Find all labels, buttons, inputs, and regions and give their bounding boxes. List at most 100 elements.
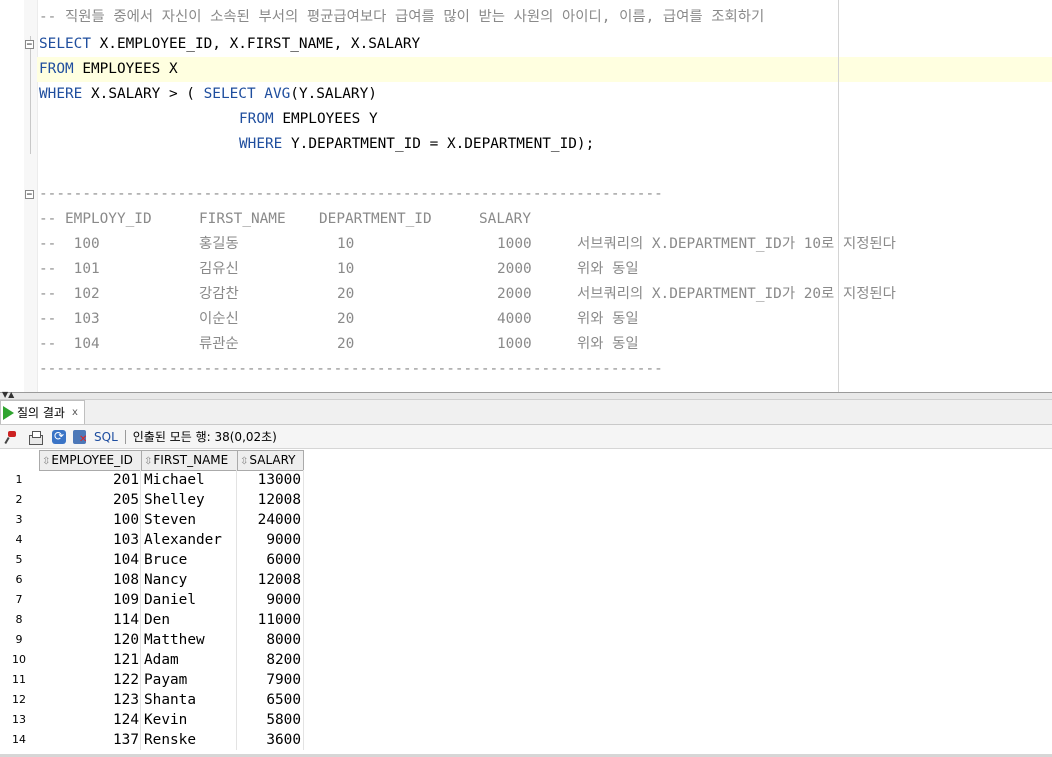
row-number: 14 bbox=[12, 733, 26, 746]
tab-query-result[interactable]: 질의 결과 x bbox=[0, 400, 85, 424]
cell-salary[interactable]: 5800 bbox=[237, 710, 304, 730]
cell-first-name[interactable]: Den bbox=[141, 610, 237, 630]
cell-employee-id[interactable]: 123 bbox=[39, 690, 141, 710]
cell-salary[interactable]: 6500 bbox=[237, 690, 304, 710]
cell-first-name[interactable]: Steven bbox=[141, 510, 237, 530]
close-icon[interactable]: x bbox=[72, 407, 78, 418]
cell-salary[interactable]: 6000 bbox=[237, 550, 304, 570]
sort-icon: ⇳ bbox=[42, 456, 51, 467]
sql-link[interactable]: SQL bbox=[94, 430, 118, 444]
table-row[interactable]: 13 124 Kevin 5800 bbox=[0, 710, 305, 730]
column-header-employee-id[interactable]: ⇳EMPLOYEE_ID bbox=[39, 450, 142, 471]
cell-first-name[interactable]: Michael bbox=[141, 470, 237, 490]
pin-icon[interactable] bbox=[5, 429, 21, 445]
cell-first-name[interactable]: Kevin bbox=[141, 710, 237, 730]
table-row[interactable]: 7 109 Daniel 9000 bbox=[0, 590, 305, 610]
result-grid[interactable]: ⇳EMPLOYEE_ID ⇳FIRST_NAME ⇳SALARY 1 201 Mic… bbox=[0, 449, 1052, 757]
row-number: 9 bbox=[15, 633, 23, 646]
cell-first-name[interactable]: Nancy bbox=[141, 570, 237, 590]
table-row[interactable]: 2 205 Shelley 12008 bbox=[0, 490, 305, 510]
comment-cell-id: -- 102 bbox=[39, 286, 100, 302]
cell-employee-id[interactable]: 205 bbox=[39, 490, 141, 510]
cell-first-name[interactable]: Matthew bbox=[141, 630, 237, 650]
collapse-icon[interactable]: − bbox=[25, 190, 34, 200]
code-line-subquery-where: WHERE Y.DEPARTMENT_ID = X.DEPARTMENT_ID)… bbox=[239, 132, 594, 157]
code-text: Y.DEPARTMENT_ID = X.DEPARTMENT_ID); bbox=[282, 136, 595, 152]
cell-salary[interactable]: 9000 bbox=[237, 590, 304, 610]
comment-cell-name: 이순신 bbox=[199, 311, 239, 327]
cell-salary[interactable]: 8200 bbox=[237, 650, 304, 670]
cell-first-name[interactable]: Payam bbox=[141, 670, 237, 690]
cell-salary[interactable]: 13000 bbox=[237, 470, 304, 490]
cell-employee-id[interactable]: 108 bbox=[39, 570, 141, 590]
table-row[interactable]: 8 114 Den 11000 bbox=[0, 610, 305, 630]
table-row[interactable]: 1 201 Michael 13000 bbox=[0, 470, 305, 490]
result-toolbar: SQL 인출된 모든 행: 38(0,02초) bbox=[0, 425, 1052, 449]
comment-cell-note: 서브쿼리의 X.DEPARTMENT_ID가 10로 지정된다 bbox=[577, 236, 896, 252]
cell-employee-id[interactable]: 103 bbox=[39, 530, 141, 550]
comment-cell-salary: 2000 bbox=[497, 286, 532, 302]
cell-first-name[interactable]: Adam bbox=[141, 650, 237, 670]
cell-employee-id[interactable]: 121 bbox=[39, 650, 141, 670]
comment-cell-note: 위와 동일 bbox=[577, 261, 639, 277]
cell-employee-id[interactable]: 124 bbox=[39, 710, 141, 730]
line-gutter bbox=[0, 0, 24, 392]
cell-first-name[interactable]: Renske bbox=[141, 730, 237, 750]
splitter-arrows-icon[interactable]: ▼▲ bbox=[2, 391, 14, 399]
row-number: 7 bbox=[15, 593, 23, 606]
cell-first-name[interactable]: Shanta bbox=[141, 690, 237, 710]
cell-salary[interactable]: 7900 bbox=[237, 670, 304, 690]
table-row[interactable]: 11 122 Payam 7900 bbox=[0, 670, 305, 690]
comment-cell-note: 위와 동일 bbox=[577, 311, 639, 327]
fetched-rows-status: 인출된 모든 행: 38(0,02초) bbox=[132, 430, 277, 444]
column-header-label: FIRST_NAME bbox=[153, 453, 229, 467]
cell-employee-id[interactable]: 137 bbox=[39, 730, 141, 750]
clear-results-icon[interactable] bbox=[73, 429, 87, 445]
cell-salary[interactable]: 12008 bbox=[237, 490, 304, 510]
table-row[interactable]: 4 103 Alexander 9000 bbox=[0, 530, 305, 550]
print-icon[interactable] bbox=[29, 430, 43, 445]
comment-table-row: -- 103 이순신 20 4000 위와 동일 bbox=[39, 307, 1039, 332]
table-row[interactable]: 3 100 Steven 24000 bbox=[0, 510, 305, 530]
cell-employee-id[interactable]: 114 bbox=[39, 610, 141, 630]
cell-salary[interactable]: 8000 bbox=[237, 630, 304, 650]
table-row[interactable]: 10 121 Adam 8200 bbox=[0, 650, 305, 670]
comment-cell-salary: 2000 bbox=[497, 261, 532, 277]
cell-salary[interactable]: 9000 bbox=[237, 530, 304, 550]
refresh-icon[interactable] bbox=[52, 429, 66, 444]
cell-first-name[interactable]: Alexander bbox=[141, 530, 237, 550]
cell-employee-id[interactable]: 201 bbox=[39, 470, 141, 490]
row-number: 11 bbox=[12, 673, 26, 686]
code-line-where: WHERE X.SALARY > ( SELECT AVG(Y.SALARY) bbox=[39, 82, 377, 107]
row-number: 8 bbox=[15, 613, 23, 626]
cell-salary[interactable]: 12008 bbox=[237, 570, 304, 590]
cell-employee-id[interactable]: 100 bbox=[39, 510, 141, 530]
cell-employee-id[interactable]: 120 bbox=[39, 630, 141, 650]
comment-cell-dept: 10 bbox=[337, 236, 355, 252]
cell-employee-id[interactable]: 122 bbox=[39, 670, 141, 690]
column-header-first-name[interactable]: ⇳FIRST_NAME bbox=[141, 450, 238, 471]
collapse-icon[interactable]: − bbox=[25, 40, 34, 50]
cell-first-name[interactable]: Shelley bbox=[141, 490, 237, 510]
comment-cell-dept: 10 bbox=[337, 261, 355, 277]
cell-salary[interactable]: 11000 bbox=[237, 610, 304, 630]
cell-first-name[interactable]: Daniel bbox=[141, 590, 237, 610]
comment-cell-salary: 1000 bbox=[497, 236, 532, 252]
table-row[interactable]: 5 104 Bruce 6000 bbox=[0, 550, 305, 570]
table-row[interactable]: 9 120 Matthew 8000 bbox=[0, 630, 305, 650]
table-row[interactable]: 6 108 Nancy 12008 bbox=[0, 570, 305, 590]
cell-salary[interactable]: 3600 bbox=[237, 730, 304, 750]
comment-table-row: -- 102 강감찬 20 2000 서브쿼리의 X.DEPARTMENT_ID… bbox=[39, 282, 1039, 307]
comment-cell-salary: 4000 bbox=[497, 311, 532, 327]
table-row[interactable]: 12 123 Shanta 6500 bbox=[0, 690, 305, 710]
cell-employee-id[interactable]: 104 bbox=[39, 550, 141, 570]
cell-first-name[interactable]: Bruce bbox=[141, 550, 237, 570]
column-header-salary[interactable]: ⇳SALARY bbox=[237, 450, 304, 471]
table-row[interactable]: 14 137 Renske 3600 bbox=[0, 730, 305, 750]
cell-employee-id[interactable]: 109 bbox=[39, 590, 141, 610]
comment-cell-id: -- 100 bbox=[39, 236, 100, 252]
comment-header-name: FIRST_NAME bbox=[199, 211, 286, 227]
cell-salary[interactable]: 24000 bbox=[237, 510, 304, 530]
sql-editor[interactable]: − − -- 직원들 중에서 자신이 소속된 부서의 평균급여보다 급여를 많이… bbox=[0, 0, 1052, 392]
panel-splitter[interactable]: ▼▲ bbox=[0, 391, 1052, 400]
